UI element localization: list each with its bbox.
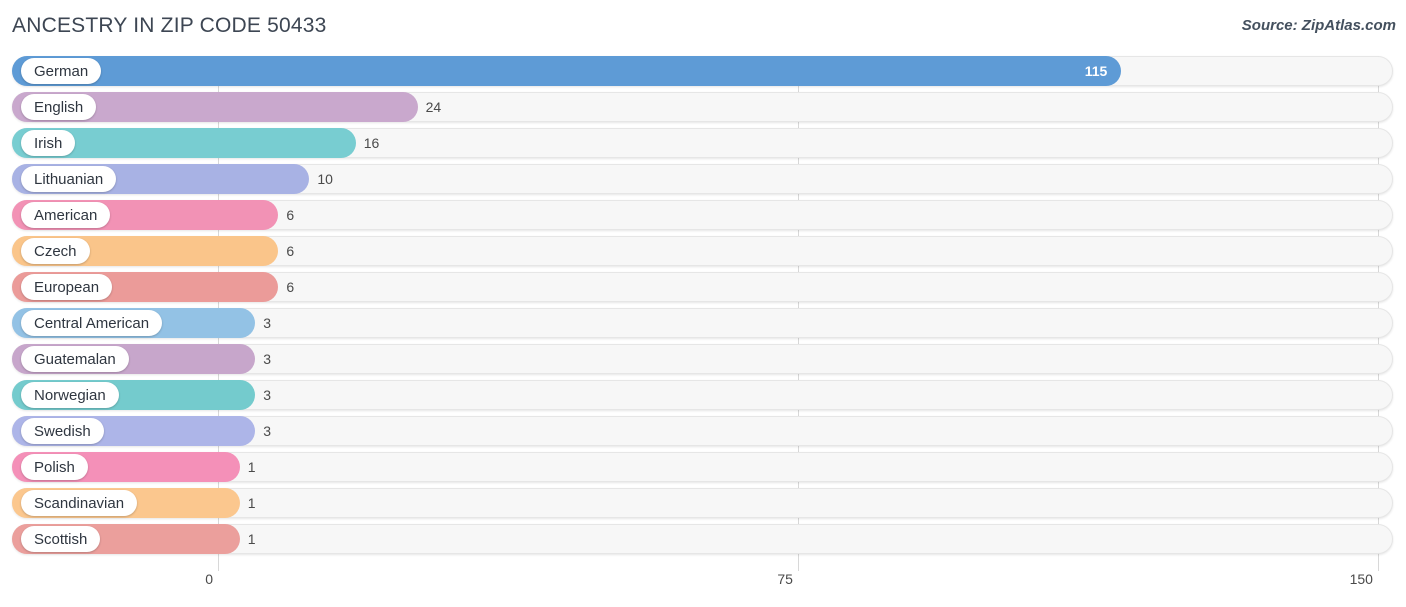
bar-category-label: Swedish <box>34 422 91 440</box>
bar-row[interactable]: American 6 <box>0 200 1406 230</box>
bar-fill[interactable] <box>12 56 1122 86</box>
bar-category-pill: Irish <box>21 130 76 156</box>
bar-category-label: Norwegian <box>34 386 106 404</box>
bar-value-label: 10 <box>317 171 333 187</box>
bar-value-label: 16 <box>363 135 380 151</box>
bar-value-label: 115 <box>1084 63 1108 79</box>
bar-value-label: 6 <box>286 279 295 295</box>
bar-value-label: 1 <box>247 495 256 511</box>
bar-row[interactable]: Scottish 1 <box>0 524 1406 554</box>
bar-row[interactable]: Central American 3 <box>0 308 1406 338</box>
bar-category-label: Czech <box>34 242 77 260</box>
x-axis: 0 75 150 <box>0 571 1406 607</box>
bar-row[interactable]: Czech 6 <box>0 236 1406 266</box>
bar-value-label: 1 <box>247 531 256 547</box>
source-attribution: Source: ZipAtlas.com <box>1241 17 1396 34</box>
bar-category-pill: Guatemalan <box>21 346 129 372</box>
chart-header: ANCESTRY IN ZIP CODE 50433 Source: ZipAt… <box>0 0 1406 56</box>
bar-category-label: Scottish <box>34 530 88 548</box>
bar-category-pill: Scottish <box>21 526 101 552</box>
bar-category-label: American <box>34 206 98 224</box>
bar-value-label: 3 <box>263 315 271 331</box>
bar-row[interactable]: Scandinavian 1 <box>0 488 1406 518</box>
bar-row[interactable]: Swedish 3 <box>0 416 1406 446</box>
bar-category-pill: European <box>21 274 113 300</box>
bar-row[interactable]: European 6 <box>0 272 1406 302</box>
bar-row[interactable]: Polish 1 <box>0 452 1406 482</box>
bar-category-pill: Czech <box>21 238 90 264</box>
bar-category-label: European <box>34 278 100 296</box>
bar-value-label: 24 <box>425 99 442 115</box>
bar-category-pill: Central American <box>21 310 163 336</box>
bar-category-pill: Scandinavian <box>21 490 138 516</box>
bar-value-label: 6 <box>286 243 295 259</box>
bar-row[interactable]: English 24 <box>0 92 1406 122</box>
bar-category-pill: English <box>21 94 97 120</box>
bar-category-label: Lithuanian <box>34 170 104 188</box>
bar-rows: German 115 English 24 Irish 16 Lithuanian 10 Ame… <box>0 56 1406 560</box>
bar-value-label: 6 <box>286 207 295 223</box>
bar-category-pill: Polish <box>21 454 88 480</box>
bar-row[interactable]: Norwegian 3 <box>0 380 1406 410</box>
bar-row[interactable]: Guatemalan 3 <box>0 344 1406 374</box>
bar-category-label: Central American <box>34 314 150 332</box>
bar-category-label: English <box>34 98 84 116</box>
bar-category-pill: American <box>21 202 111 228</box>
bar-category-label: Irish <box>34 134 63 152</box>
bar-category-label: Guatemalan <box>34 350 116 368</box>
axis-tick-label: 75 <box>777 571 793 587</box>
bar-row[interactable]: Lithuanian 10 <box>0 164 1406 194</box>
bar-value-label: 1 <box>247 459 256 475</box>
bar-category-label: Scandinavian <box>34 494 125 512</box>
bar-category-pill: Norwegian <box>21 382 119 408</box>
bar-row[interactable]: German 115 <box>0 56 1406 86</box>
axis-tick-label: 150 <box>1349 571 1373 587</box>
bar-row[interactable]: Irish 16 <box>0 128 1406 158</box>
bar-value-label: 3 <box>263 423 271 439</box>
bar-category-pill: Swedish <box>21 418 104 444</box>
page-title: ANCESTRY IN ZIP CODE 50433 <box>12 14 327 37</box>
bar-category-pill: Lithuanian <box>21 166 117 192</box>
axis-tick-label: 0 <box>205 571 213 587</box>
bar-category-pill: German <box>21 58 102 84</box>
bar-category-label: Polish <box>34 458 75 476</box>
bar-value-label: 3 <box>263 387 271 403</box>
bar-category-label: German <box>34 62 89 80</box>
chart-plot-area: German 115 English 24 Irish 16 Lithuanian 10 Ame… <box>0 56 1406 573</box>
bar-value-label: 3 <box>263 351 271 367</box>
